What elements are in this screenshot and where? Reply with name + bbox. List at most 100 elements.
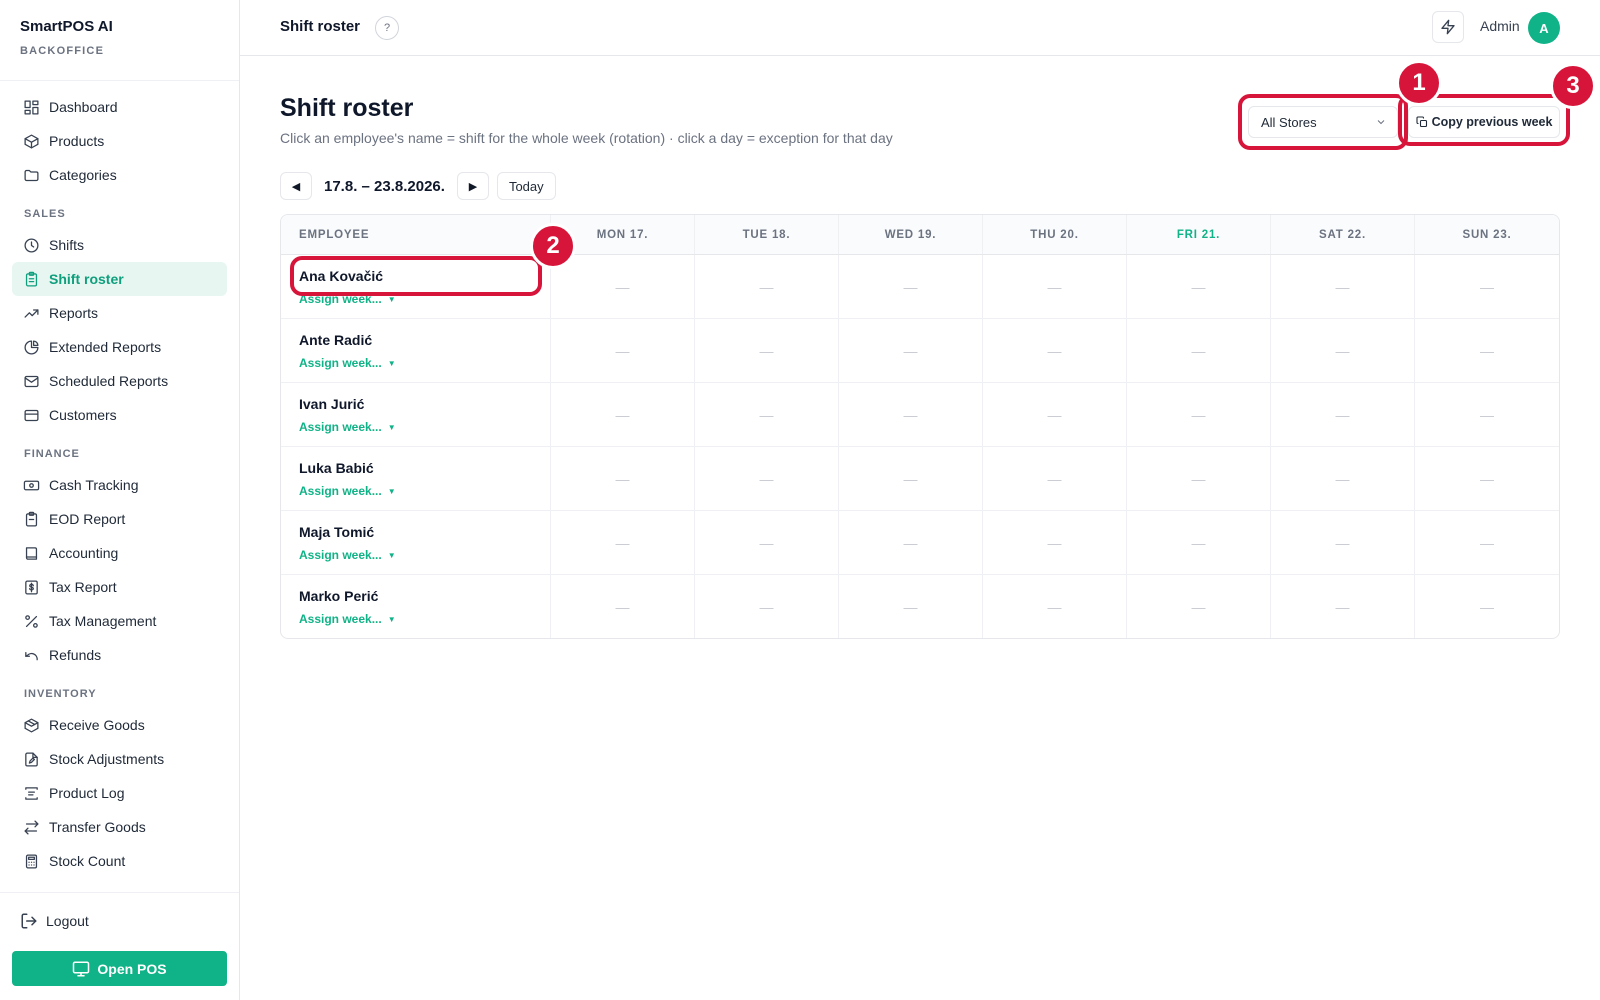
divider (0, 80, 239, 81)
sidebar-item-reports[interactable]: Reports (12, 296, 227, 330)
day-cell[interactable]: — (839, 447, 983, 510)
day-cell[interactable]: — (1127, 447, 1271, 510)
store-select[interactable]: All Stores (1248, 106, 1398, 138)
day-cell[interactable]: — (1415, 511, 1559, 574)
day-cell[interactable]: — (551, 575, 695, 638)
day-cell[interactable]: — (695, 511, 839, 574)
day-cell[interactable]: — (551, 383, 695, 446)
assign-week-label: Assign week... (299, 292, 382, 306)
day-cell[interactable]: — (695, 383, 839, 446)
sidebar-item-cash-tracking[interactable]: Cash Tracking (12, 468, 227, 502)
day-cell[interactable]: — (983, 383, 1127, 446)
day-cell[interactable]: — (695, 575, 839, 638)
day-cell[interactable]: — (839, 383, 983, 446)
sidebar-item-accounting[interactable]: Accounting (12, 536, 227, 570)
sidebar-item-categories[interactable]: Categories (12, 158, 227, 192)
day-cell[interactable]: — (983, 575, 1127, 638)
employee-cell: Ana Kovačić Assign week... ▼ (281, 255, 551, 318)
copy-previous-week-button[interactable]: Copy previous week (1408, 106, 1560, 138)
assign-week-dropdown[interactable]: Assign week... ▼ (299, 484, 550, 498)
monitor-icon (72, 960, 90, 978)
sidebar-item-shift-roster[interactable]: Shift roster (12, 262, 227, 296)
day-cell[interactable]: — (551, 319, 695, 382)
day-cell[interactable]: — (983, 511, 1127, 574)
sidebar-item-scheduled-reports[interactable]: Scheduled Reports (12, 364, 227, 398)
quick-actions-button[interactable] (1432, 11, 1464, 43)
open-pos-button[interactable]: Open POS (12, 951, 227, 986)
day-cell[interactable]: — (1127, 575, 1271, 638)
sidebar-item-customers[interactable]: Customers (12, 398, 227, 432)
employee-name[interactable]: Ivan Jurić (299, 396, 364, 412)
next-week-button[interactable]: ▶ (456, 172, 489, 200)
caret-down-icon: ▼ (387, 422, 396, 432)
sidebar-section-inventory: INVENTORY (24, 688, 97, 700)
sidebar-item-receive-goods[interactable]: Receive Goods (12, 708, 227, 742)
sidebar-item-dashboard[interactable]: Dashboard (12, 90, 227, 124)
day-cell[interactable]: — (839, 511, 983, 574)
help-icon[interactable]: ? (375, 16, 399, 40)
day-cell[interactable]: — (551, 255, 695, 318)
sidebar-item-shifts[interactable]: Shifts (12, 228, 227, 262)
day-cell[interactable]: — (1271, 383, 1415, 446)
day-cell[interactable]: — (983, 255, 1127, 318)
assign-week-dropdown[interactable]: Assign week... ▼ (299, 548, 550, 562)
day-cell[interactable]: — (1271, 319, 1415, 382)
employee-name[interactable]: Luka Babić (299, 460, 374, 476)
sidebar-item-eod-report[interactable]: EOD Report (12, 502, 227, 536)
day-cell[interactable]: — (839, 255, 983, 318)
day-cell[interactable]: — (1127, 511, 1271, 574)
sidebar-item-tax-management[interactable]: Tax Management (12, 604, 227, 638)
assign-week-dropdown[interactable]: Assign week... ▼ (299, 356, 550, 370)
day-cell[interactable]: — (1271, 575, 1415, 638)
day-cell[interactable]: — (1415, 255, 1559, 318)
chevron-down-icon (1375, 116, 1387, 128)
day-cell[interactable]: — (839, 575, 983, 638)
assign-week-label: Assign week... (299, 356, 382, 370)
sidebar-item-extended-reports[interactable]: Extended Reports (12, 330, 227, 364)
day-cell[interactable]: — (1127, 319, 1271, 382)
employee-name[interactable]: Ante Radić (299, 332, 372, 348)
day-cell[interactable]: — (983, 447, 1127, 510)
assign-week-dropdown[interactable]: Assign week... ▼ (299, 612, 550, 626)
day-cell[interactable]: — (1271, 447, 1415, 510)
day-cell[interactable]: — (695, 447, 839, 510)
day-cell[interactable]: — (695, 255, 839, 318)
table-row: Ivan Jurić Assign week... ▼ — — — — — — — (281, 383, 1559, 447)
avatar[interactable]: A (1528, 12, 1560, 44)
sidebar-item-label: Tax Report (49, 579, 117, 595)
day-cell[interactable]: — (1271, 255, 1415, 318)
assign-week-dropdown[interactable]: Assign week... ▼ (299, 292, 550, 306)
sidebar-item-stock-adjustments[interactable]: Stock Adjustments (12, 742, 227, 776)
sidebar-item-products[interactable]: Products (12, 124, 227, 158)
day-cell[interactable]: — (1415, 383, 1559, 446)
table-row: Ante Radić Assign week... ▼ — — — — — — — (281, 319, 1559, 383)
day-cell[interactable]: — (839, 319, 983, 382)
day-cell[interactable]: — (983, 319, 1127, 382)
mail-icon (22, 372, 40, 390)
employee-name[interactable]: Marko Perić (299, 588, 378, 604)
day-cell[interactable]: — (551, 447, 695, 510)
annotation-badge-3: 3 (1550, 63, 1596, 109)
day-cell[interactable]: — (1415, 575, 1559, 638)
employee-name[interactable]: Maja Tomić (299, 524, 374, 540)
previous-week-button[interactable]: ◀ (280, 172, 312, 200)
assign-week-dropdown[interactable]: Assign week... ▼ (299, 420, 550, 434)
logout-button[interactable]: Logout (20, 912, 89, 930)
day-cell[interactable]: — (695, 319, 839, 382)
sidebar-item-refunds[interactable]: Refunds (12, 638, 227, 672)
today-button[interactable]: Today (496, 172, 556, 200)
top-bar: Shift roster ? Admin A (240, 0, 1600, 56)
day-cell[interactable]: — (1127, 255, 1271, 318)
sidebar-item-transfer-goods[interactable]: Transfer Goods (12, 810, 227, 844)
day-cell[interactable]: — (1271, 511, 1415, 574)
sidebar-item-label: Product Log (49, 785, 125, 801)
employee-name[interactable]: Ana Kovačić (299, 268, 383, 284)
day-cell[interactable]: — (1415, 319, 1559, 382)
sidebar-item-tax-report[interactable]: Tax Report (12, 570, 227, 604)
sidebar-item-product-log[interactable]: Product Log (12, 776, 227, 810)
caret-down-icon: ▼ (387, 486, 396, 496)
sidebar-item-stock-count[interactable]: Stock Count (12, 844, 227, 878)
day-cell[interactable]: — (1127, 383, 1271, 446)
day-cell[interactable]: — (551, 511, 695, 574)
day-cell[interactable]: — (1415, 447, 1559, 510)
